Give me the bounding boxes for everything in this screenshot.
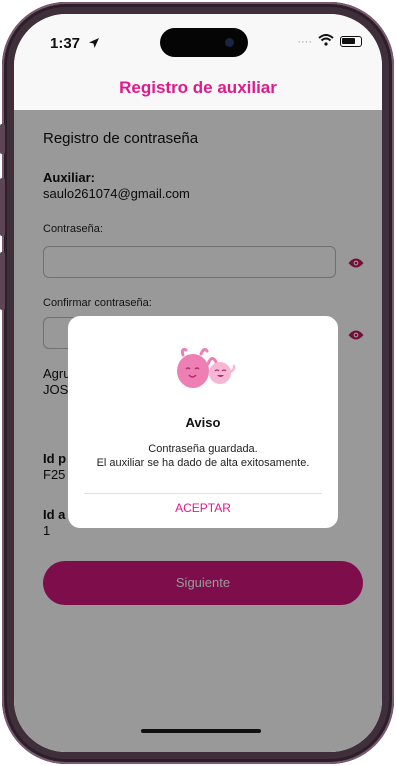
battery-icon bbox=[340, 36, 362, 47]
dynamic-island bbox=[160, 28, 248, 57]
dialog-message-line-1: Contraseña guardada. bbox=[148, 443, 258, 455]
phone-screen: 1:37 ···· Registro de auxiliar Registro … bbox=[14, 14, 382, 752]
dialog-divider bbox=[84, 493, 322, 494]
camera-dot bbox=[225, 38, 234, 47]
mascot-illustration bbox=[172, 342, 236, 399]
accept-button[interactable]: ACEPTAR bbox=[68, 501, 338, 515]
signal-dots-icon: ···· bbox=[297, 35, 312, 48]
home-indicator bbox=[141, 729, 261, 733]
phone-side-button bbox=[0, 124, 5, 154]
phone-volume-up bbox=[0, 178, 5, 236]
dialog-message: Contraseña guardada. El auxiliar se ha d… bbox=[68, 442, 338, 470]
wifi-icon bbox=[318, 34, 334, 49]
dialog-title: Aviso bbox=[185, 415, 221, 430]
page-title: Registro de auxiliar bbox=[119, 78, 277, 97]
navigation-bar: Registro de auxiliar bbox=[14, 66, 382, 110]
location-arrow-icon bbox=[88, 36, 100, 54]
status-bar: 1:37 ···· bbox=[14, 14, 382, 66]
status-time: 1:37 bbox=[50, 35, 81, 52]
status-icons: ···· bbox=[297, 34, 362, 49]
phone-volume-down bbox=[0, 252, 5, 310]
dialog-message-line-2: El auxiliar se ha dado de alta exitosame… bbox=[96, 457, 310, 469]
alert-dialog: Aviso Contraseña guardada. El auxiliar s… bbox=[68, 316, 338, 528]
